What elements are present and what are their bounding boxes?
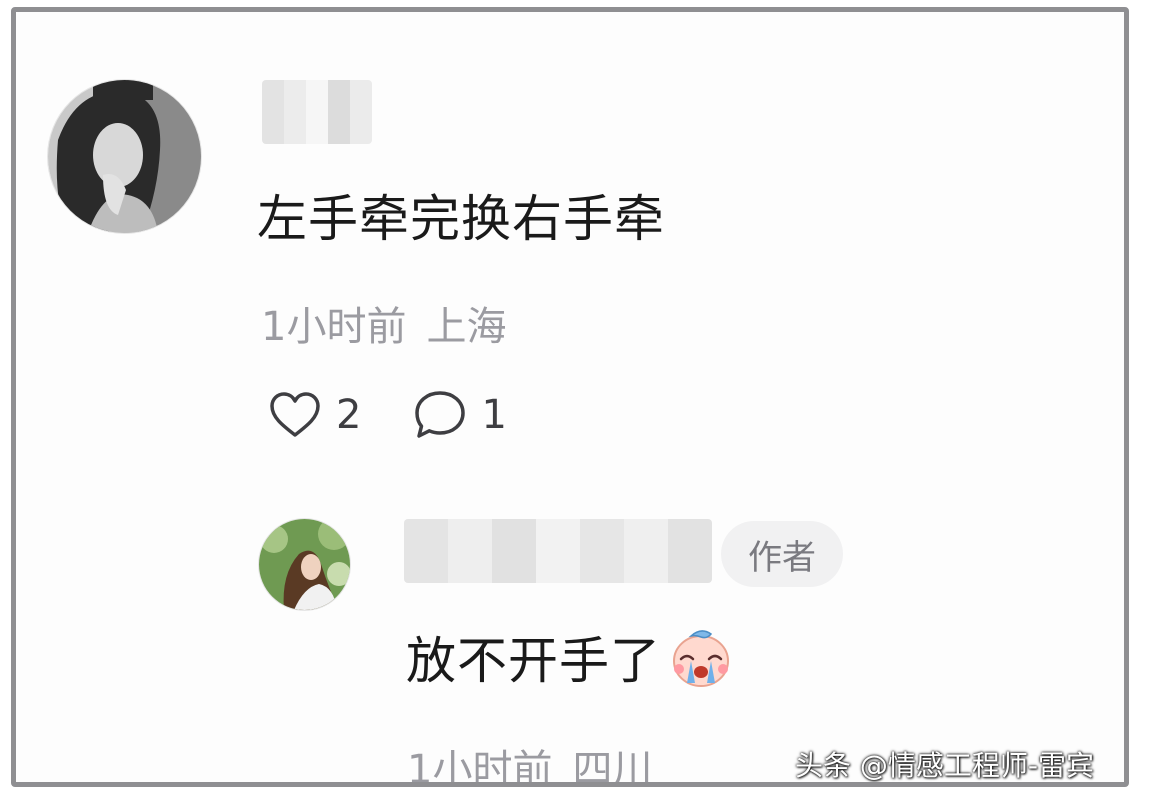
- reply-username-blurred[interactable]: [404, 519, 712, 583]
- username-blurred[interactable]: [262, 80, 372, 144]
- reply-button[interactable]: 1: [413, 389, 507, 441]
- watermark: 头条 @情感工程师-雷宾: [794, 749, 1094, 782]
- comment-actions: 2 1: [268, 385, 507, 445]
- like-count: 2: [336, 392, 362, 438]
- reply-meta: 1小时前 四川: [407, 737, 653, 787]
- comment-time: 1小时前: [261, 304, 407, 350]
- reply-location: 四川: [572, 747, 653, 787]
- reply-time: 1小时前: [407, 747, 553, 787]
- reply-avatar[interactable]: [258, 518, 351, 611]
- comment-location: 上海: [426, 304, 507, 350]
- speech-bubble-icon: [413, 389, 467, 441]
- like-button[interactable]: 2: [268, 391, 361, 439]
- reply-text: 放不开手了: [406, 632, 661, 690]
- reply-count: 1: [481, 392, 507, 438]
- comment-meta: 1小时前 上海: [261, 294, 506, 352]
- avatar[interactable]: [47, 79, 202, 234]
- comment-text: 左手牵完换右手牵: [257, 190, 665, 248]
- reply-text-row: 放不开手了: [406, 621, 733, 693]
- comment-card: 左手牵完换右手牵 1小时前 上海 2 1 作者 放不开手了 1小时前 四川 头条…: [11, 7, 1129, 787]
- crying-face-emoji: [669, 625, 733, 689]
- author-badge: 作者: [721, 521, 843, 587]
- heart-outline-icon: [268, 391, 322, 439]
